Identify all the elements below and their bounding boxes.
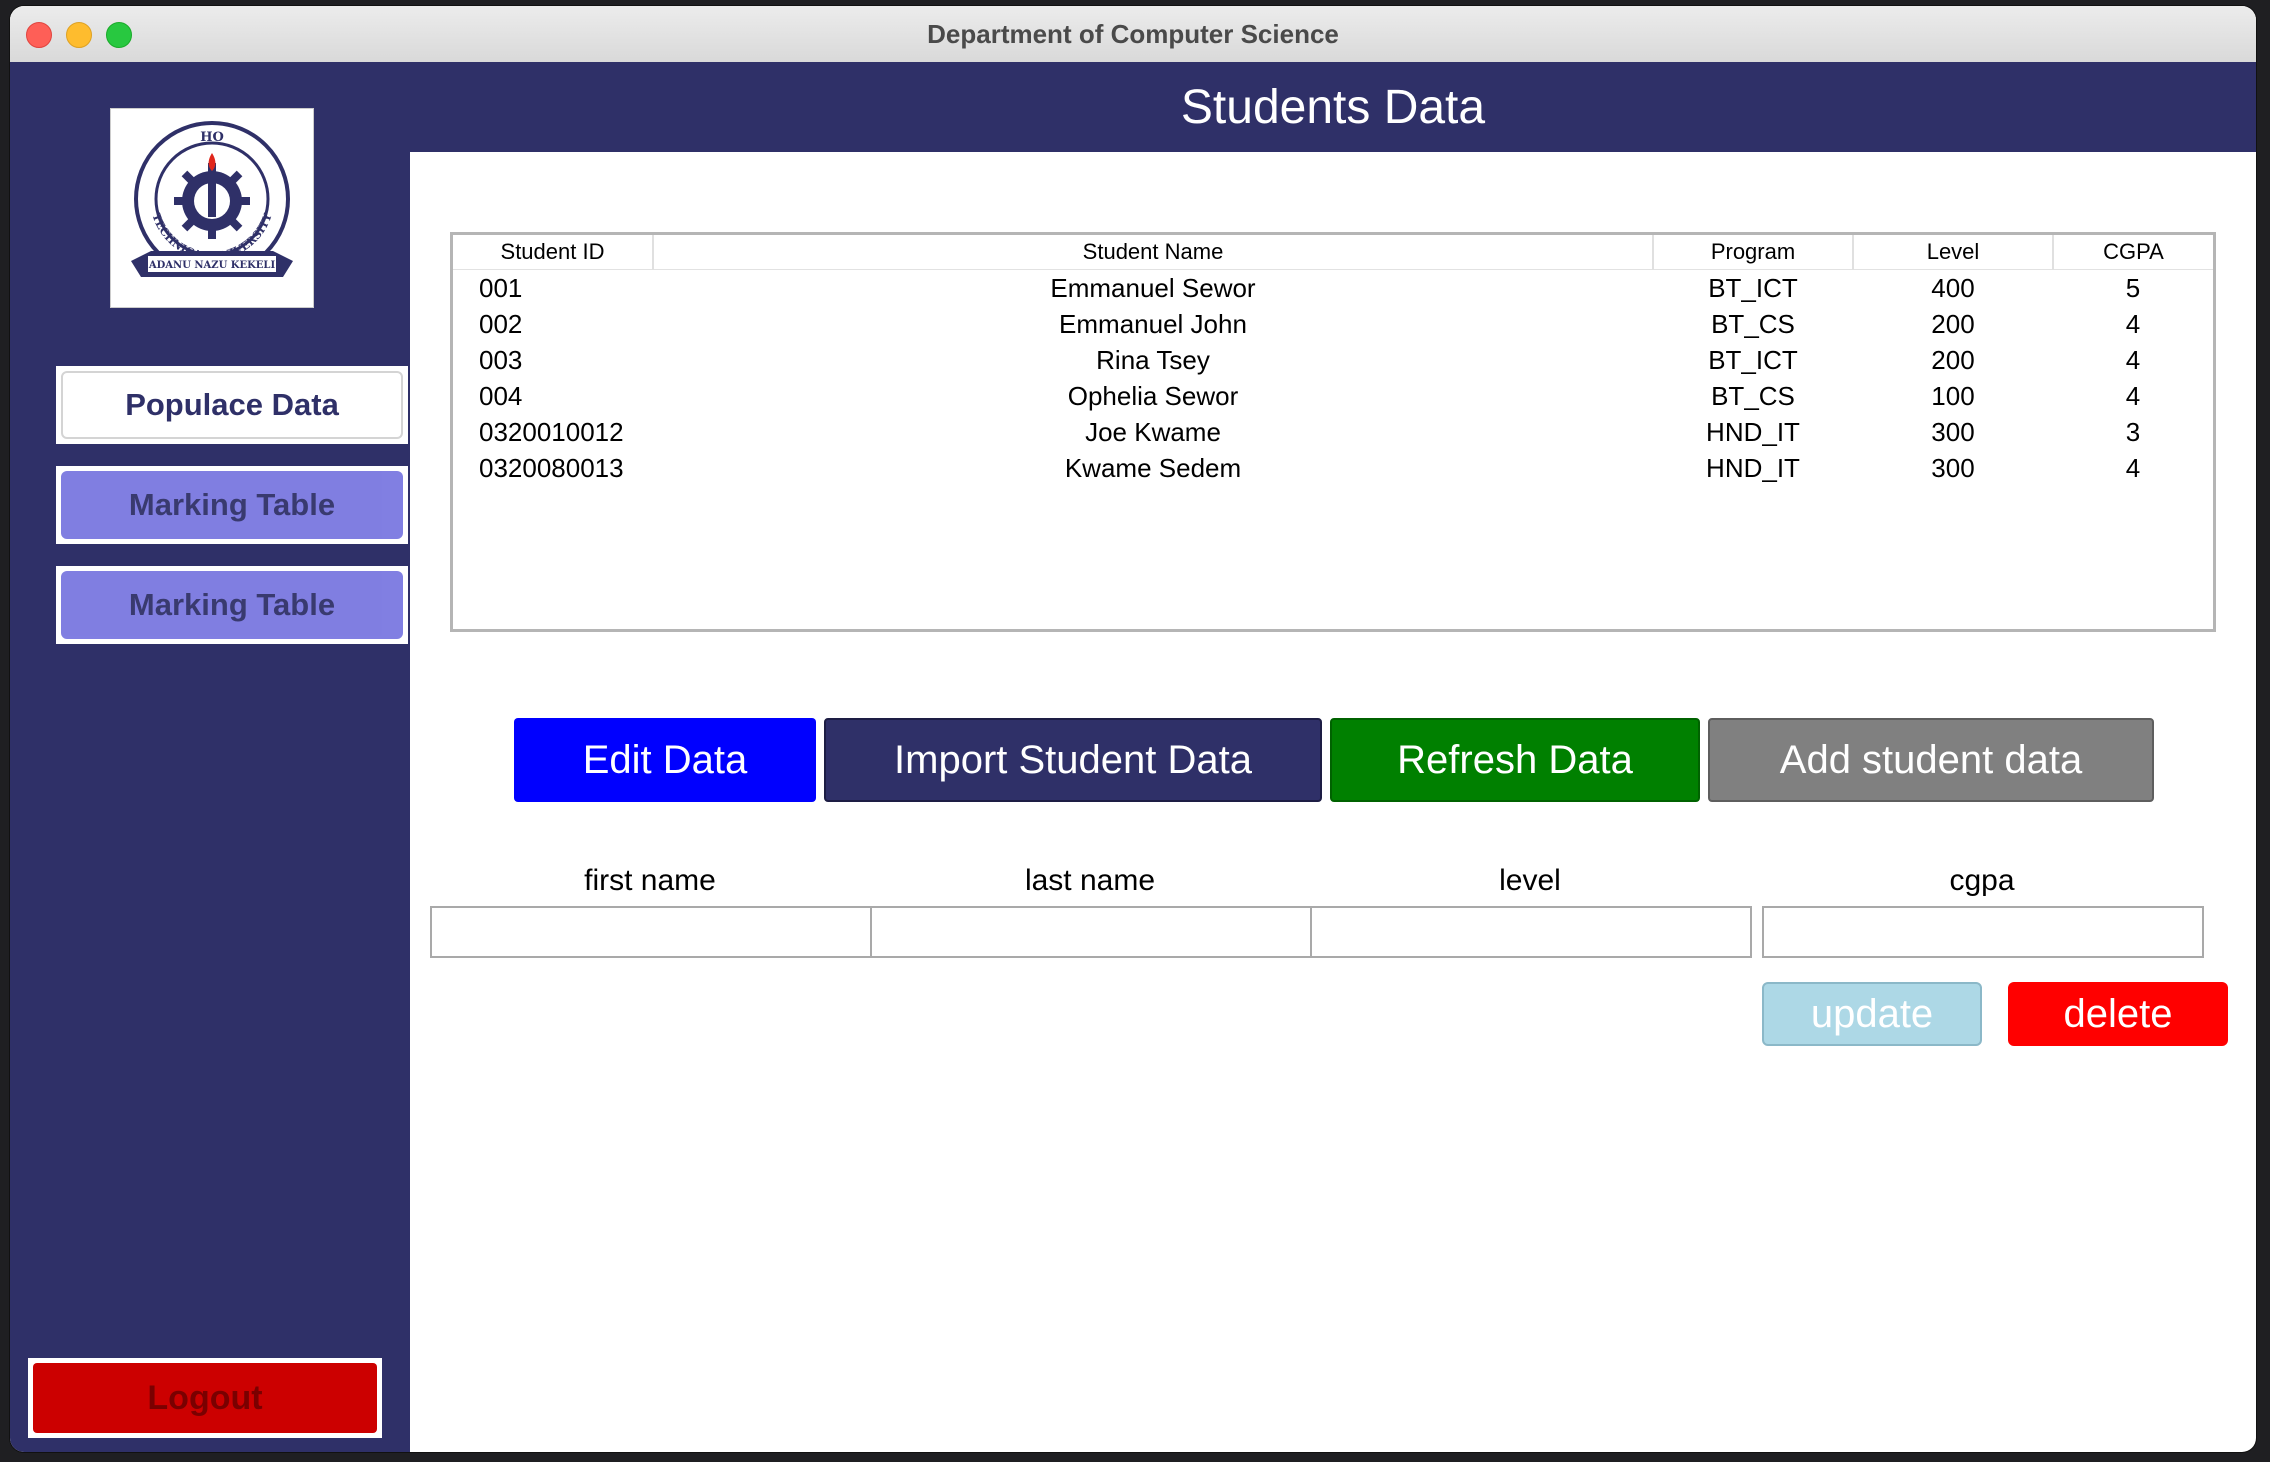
cell-student-name: Emmanuel John	[1059, 308, 1247, 339]
column-header-student-name[interactable]: Student Name	[653, 235, 1654, 270]
sidebar: HO TECHNICAL UNIVERSITY ADANU NAZU KEKEL…	[10, 62, 410, 1452]
level-label: level	[1499, 864, 1561, 897]
column-header-cgpa[interactable]: CGPA	[2053, 235, 2213, 270]
page-title: Students Data	[1180, 81, 1486, 134]
students-table-grid: Student ID Student Name Program Level CG…	[453, 235, 2213, 486]
populace-data-label: Populace Data	[61, 371, 403, 439]
cell-cgpa: 5	[2125, 272, 2141, 303]
column-header-program[interactable]: Program	[1653, 235, 1854, 270]
delete-button[interactable]: delete	[2008, 982, 2228, 1046]
first-name-label: first name	[584, 864, 716, 897]
cell-student-id: 003	[479, 344, 523, 375]
marking-table-label: Marking Table	[61, 471, 403, 539]
cell-student-id: 0320080013	[479, 452, 624, 483]
page-header: Students Data	[410, 62, 2256, 152]
populace-data-button[interactable]: Populace Data	[56, 366, 408, 444]
cell-cgpa: 4	[2125, 452, 2141, 483]
marking-table-button-2[interactable]: Marking Table	[56, 566, 408, 644]
update-button[interactable]: update	[1762, 982, 1982, 1046]
cell-level: 100	[1931, 380, 1975, 411]
cell-student-id: 002	[479, 308, 523, 339]
table-row[interactable]: 003 Rina Tsey BT_ICT 200 4	[453, 342, 2213, 378]
marking-table-button[interactable]: Marking Table	[56, 466, 408, 544]
cell-level: 300	[1931, 452, 1975, 483]
cell-student-id: 0320010012	[479, 416, 624, 447]
logout-label: Logout	[33, 1363, 377, 1433]
cell-level: 200	[1931, 344, 1975, 375]
students-table[interactable]: Student ID Student Name Program Level CG…	[450, 232, 2216, 632]
cell-student-name: Joe Kwame	[1085, 416, 1221, 447]
marking-table-label-2: Marking Table	[61, 571, 403, 639]
logout-button[interactable]: Logout	[28, 1358, 382, 1438]
cell-program: BT_CS	[1711, 380, 1795, 411]
cell-student-name: Ophelia Sewor	[1067, 380, 1239, 411]
last-name-label: last name	[1024, 864, 1156, 897]
app-window: Department of Computer Science HO TECHNI…	[10, 6, 2256, 1452]
level-input[interactable]	[1310, 906, 1752, 958]
cell-level: 400	[1931, 272, 1975, 303]
window-title: Department of Computer Science	[927, 19, 1339, 49]
refresh-data-button[interactable]: Refresh Data	[1330, 718, 1700, 802]
cell-level: 300	[1931, 416, 1975, 447]
university-crest-icon: HO TECHNICAL UNIVERSITY ADANU NAZU KEKEL…	[131, 121, 293, 277]
cell-cgpa: 4	[2125, 308, 2141, 339]
column-header-student-id[interactable]: Student ID	[453, 235, 654, 270]
cell-program: HND_IT	[1706, 452, 1800, 483]
column-header-level[interactable]: Level	[1853, 235, 2054, 270]
cell-student-name: Kwame Sedem	[1064, 452, 1242, 483]
cell-student-id: 004	[479, 380, 523, 411]
table-header-row: Student ID Student Name Program Level CG…	[453, 235, 2213, 270]
cell-cgpa: 4	[2125, 380, 2141, 411]
cgpa-label: cgpa	[1949, 864, 2015, 897]
university-logo: HO TECHNICAL UNIVERSITY ADANU NAZU KEKEL…	[110, 108, 314, 308]
cell-student-id: 001	[479, 272, 523, 303]
cell-student-name: Rina Tsey	[1096, 344, 1210, 375]
svg-text:ADANU NAZU KEKELI: ADANU NAZU KEKELI	[148, 260, 276, 271]
cell-student-name: Emmanuel Sewor	[1050, 272, 1256, 303]
title-bar: Department of Computer Science	[10, 6, 2256, 63]
table-row[interactable]: 0320080013 Kwame Sedem HND_IT 300 4	[453, 450, 2213, 486]
edit-data-button[interactable]: Edit Data	[514, 718, 816, 802]
cgpa-input[interactable]	[1762, 906, 2204, 958]
table-row[interactable]: 004 Ophelia Sewor BT_CS 100 4	[453, 378, 2213, 414]
cell-program: BT_CS	[1711, 308, 1795, 339]
add-student-data-button[interactable]: Add student data	[1708, 718, 2154, 802]
last-name-input[interactable]	[870, 906, 1312, 958]
table-row[interactable]: 001 Emmanuel Sewor BT_ICT 400 5	[453, 270, 2213, 307]
svg-text:HO: HO	[200, 130, 224, 145]
cell-level: 200	[1931, 308, 1975, 339]
first-name-input[interactable]	[430, 906, 872, 958]
cell-program: BT_ICT	[1708, 272, 1798, 303]
cell-cgpa: 3	[2125, 416, 2141, 447]
import-student-data-button[interactable]: Import Student Data	[824, 718, 1322, 802]
table-row[interactable]: 002 Emmanuel John BT_CS 200 4	[453, 306, 2213, 342]
table-row[interactable]: 0320010012 Joe Kwame HND_IT 300 3	[453, 414, 2213, 450]
cell-program: BT_ICT	[1708, 344, 1798, 375]
cell-program: HND_IT	[1706, 416, 1800, 447]
cell-cgpa: 4	[2125, 344, 2141, 375]
